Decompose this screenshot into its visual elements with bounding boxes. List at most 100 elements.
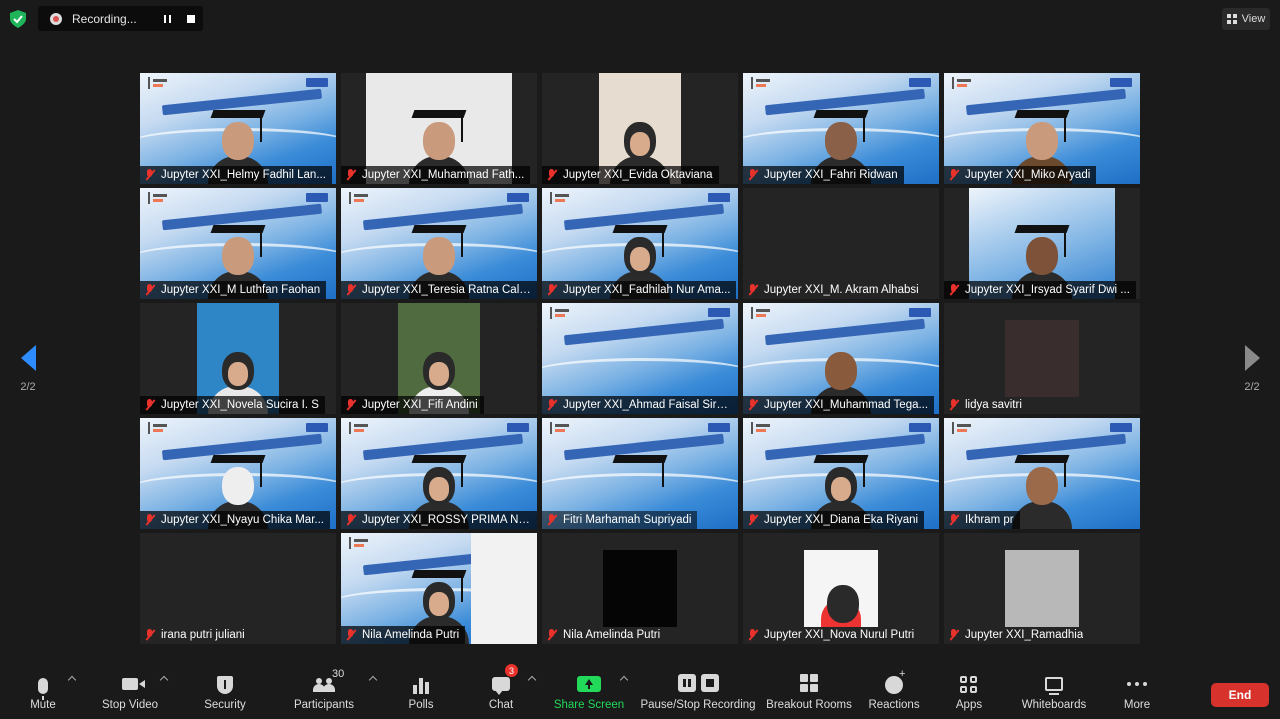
muted-mic-icon — [948, 284, 960, 296]
view-button[interactable]: View — [1222, 8, 1270, 30]
video-tile[interactable]: Jupyter XXI_Novela Sucira I. S — [140, 303, 336, 414]
video-tile[interactable]: Jupyter XXI_Nyayu Chika Mar... — [140, 418, 336, 529]
share-options-caret[interactable] — [619, 674, 629, 684]
stop-video-button[interactable]: Stop Video — [98, 670, 162, 716]
recording-dot-icon — [50, 12, 62, 25]
video-tile[interactable]: irana putri juliani — [140, 533, 336, 644]
previous-page-button[interactable]: 2/2 — [14, 345, 42, 397]
muted-mic-icon — [747, 169, 759, 181]
muted-mic-icon — [144, 629, 156, 641]
apps-icon — [960, 676, 978, 694]
video-tile[interactable]: Jupyter XXI_Fahri Ridwan — [743, 73, 939, 184]
page-indicator-right: 2/2 — [1244, 381, 1260, 393]
muted-mic-icon — [144, 284, 156, 296]
security-button[interactable]: Security — [203, 670, 247, 716]
muted-mic-icon — [546, 284, 558, 296]
participant-name-label: Nila Amelinda Putri — [542, 626, 666, 644]
mute-button[interactable]: Mute — [25, 670, 61, 716]
reaction-smiley-icon — [885, 668, 905, 694]
participants-count: 30 — [332, 668, 345, 680]
muted-mic-icon — [345, 514, 357, 526]
encryption-shield-icon[interactable] — [10, 10, 26, 28]
apps-button[interactable]: Apps — [955, 670, 983, 716]
stop-icon — [187, 14, 195, 23]
participant-name-label: Jupyter XXI_Ahmad Faisal Sire... — [542, 396, 738, 414]
video-tile[interactable]: Jupyter XXI_Helmy Fadhil Lan... — [140, 73, 336, 184]
video-tile[interactable]: Jupyter XXI_Ramadhia — [944, 533, 1140, 644]
chat-button[interactable]: 3 Chat — [486, 664, 518, 716]
recording-status-label: Recording... — [72, 11, 137, 26]
video-tile[interactable]: Jupyter XXI_Teresia Ratna Cali... — [341, 188, 537, 299]
video-tile[interactable]: Fitri Marhamah Supriyadi — [542, 418, 738, 529]
participant-name-label: Jupyter XXI_Fadhilah Nur Ama... — [542, 281, 737, 299]
muted-mic-icon — [144, 399, 156, 411]
participant-video — [821, 567, 861, 627]
meeting-controls-toolbar: Mute Stop Video Security 30 Participants… — [0, 662, 1280, 719]
muted-mic-icon — [546, 514, 558, 526]
zoom-meeting-window: Recording... View 2/2 2/2 Jupyter XXI_He… — [0, 0, 1280, 719]
video-tile[interactable]: lidya savitri — [944, 303, 1140, 414]
participant-name-label: Jupyter XXI_Teresia Ratna Cali... — [341, 281, 537, 299]
gallery-grid: Jupyter XXI_Helmy Fadhil Lan... Jupyter … — [140, 73, 1140, 644]
video-tile[interactable]: Jupyter XXI_Muhammad Tega... — [743, 303, 939, 414]
video-tile[interactable]: Ikhram pr — [944, 418, 1140, 529]
stop-recording-button[interactable] — [179, 7, 203, 31]
video-tile[interactable]: Jupyter XXI_Irsyad Syarif Dwi ... — [944, 188, 1140, 299]
chat-bubble-icon — [492, 677, 510, 695]
breakout-rooms-icon — [800, 674, 818, 692]
participant-name-label: Jupyter XXI_M Luthfan Faohan — [140, 281, 327, 299]
video-tile[interactable]: Jupyter XXI_ROSSY PRIMA NA... — [341, 418, 537, 529]
participant-name-label: Jupyter XXI_Irsyad Syarif Dwi ... — [944, 281, 1136, 299]
participants-button[interactable]: 30 Participants — [293, 668, 355, 716]
muted-mic-icon — [948, 399, 960, 411]
participant-name-label: irana putri juliani — [140, 626, 251, 644]
video-tile[interactable]: Nila Amelinda Putri — [341, 533, 537, 644]
muted-mic-icon — [948, 169, 960, 181]
participant-name-label: Jupyter XXI_Evida Oktaviana — [542, 166, 719, 184]
muted-mic-icon — [345, 284, 357, 296]
muted-mic-icon — [747, 284, 759, 296]
video-options-caret[interactable] — [159, 674, 169, 684]
video-tile[interactable]: Jupyter XXI_Nova Nurul Putri — [743, 533, 939, 644]
view-label: View — [1241, 13, 1266, 25]
video-tile[interactable]: Jupyter XXI_Ahmad Faisal Sire... — [542, 303, 738, 414]
muted-mic-icon — [546, 629, 558, 641]
participant-name-label: Jupyter XXI_ROSSY PRIMA NA... — [341, 511, 537, 529]
video-tile[interactable]: Jupyter XXI_M. Akram Alhabsi — [743, 188, 939, 299]
more-button[interactable]: More — [1121, 670, 1153, 716]
next-page-button[interactable]: 2/2 — [1238, 345, 1266, 397]
muted-mic-icon — [345, 629, 357, 641]
polls-chart-icon — [413, 678, 429, 694]
participants-options-caret[interactable] — [368, 674, 378, 684]
arrow-right-icon — [1244, 345, 1260, 371]
video-tile[interactable]: Jupyter XXI_Miko Aryadi — [944, 73, 1140, 184]
reactions-button[interactable]: Reactions — [868, 668, 919, 716]
participant-name-label: Jupyter XXI_M. Akram Alhabsi — [743, 281, 925, 299]
security-shield-icon — [217, 676, 233, 694]
share-screen-button[interactable]: Share Screen — [554, 670, 624, 716]
participant-name-label: Jupyter XXI_Diana Eka Riyani — [743, 511, 925, 529]
participants-icon — [313, 678, 335, 692]
muted-mic-icon — [948, 629, 960, 641]
pause-recording-icon — [677, 674, 696, 692]
video-tile[interactable]: Jupyter XXI_Evida Oktaviana — [542, 73, 738, 184]
breakout-rooms-button[interactable]: Breakout Rooms — [766, 670, 852, 716]
muted-mic-icon — [747, 399, 759, 411]
pause-stop-recording-button[interactable]: Pause/Stop Recording — [640, 670, 756, 716]
stop-recording-icon — [700, 674, 719, 692]
video-tile[interactable]: Jupyter XXI_Fadhilah Nur Ama... — [542, 188, 738, 299]
pause-icon — [163, 14, 171, 23]
end-meeting-button[interactable]: End — [1211, 683, 1269, 707]
video-tile[interactable]: Nila Amelinda Putri — [542, 533, 738, 644]
pause-recording-button[interactable] — [155, 7, 179, 31]
video-tile[interactable]: Jupyter XXI_M Luthfan Faohan — [140, 188, 336, 299]
whiteboards-button[interactable]: Whiteboards — [1020, 670, 1088, 716]
video-tile[interactable]: Jupyter XXI_Diana Eka Riyani — [743, 418, 939, 529]
video-tile[interactable]: Jupyter XXI_Fifi Andini — [341, 303, 537, 414]
video-tile[interactable]: Jupyter XXI_Muhammad Fath... — [341, 73, 537, 184]
audio-options-caret[interactable] — [67, 674, 77, 684]
chat-options-caret[interactable] — [527, 674, 537, 684]
polls-button[interactable]: Polls — [406, 670, 436, 716]
participant-name-label: Jupyter XXI_Miko Aryadi — [944, 166, 1097, 184]
muted-mic-icon — [546, 169, 558, 181]
